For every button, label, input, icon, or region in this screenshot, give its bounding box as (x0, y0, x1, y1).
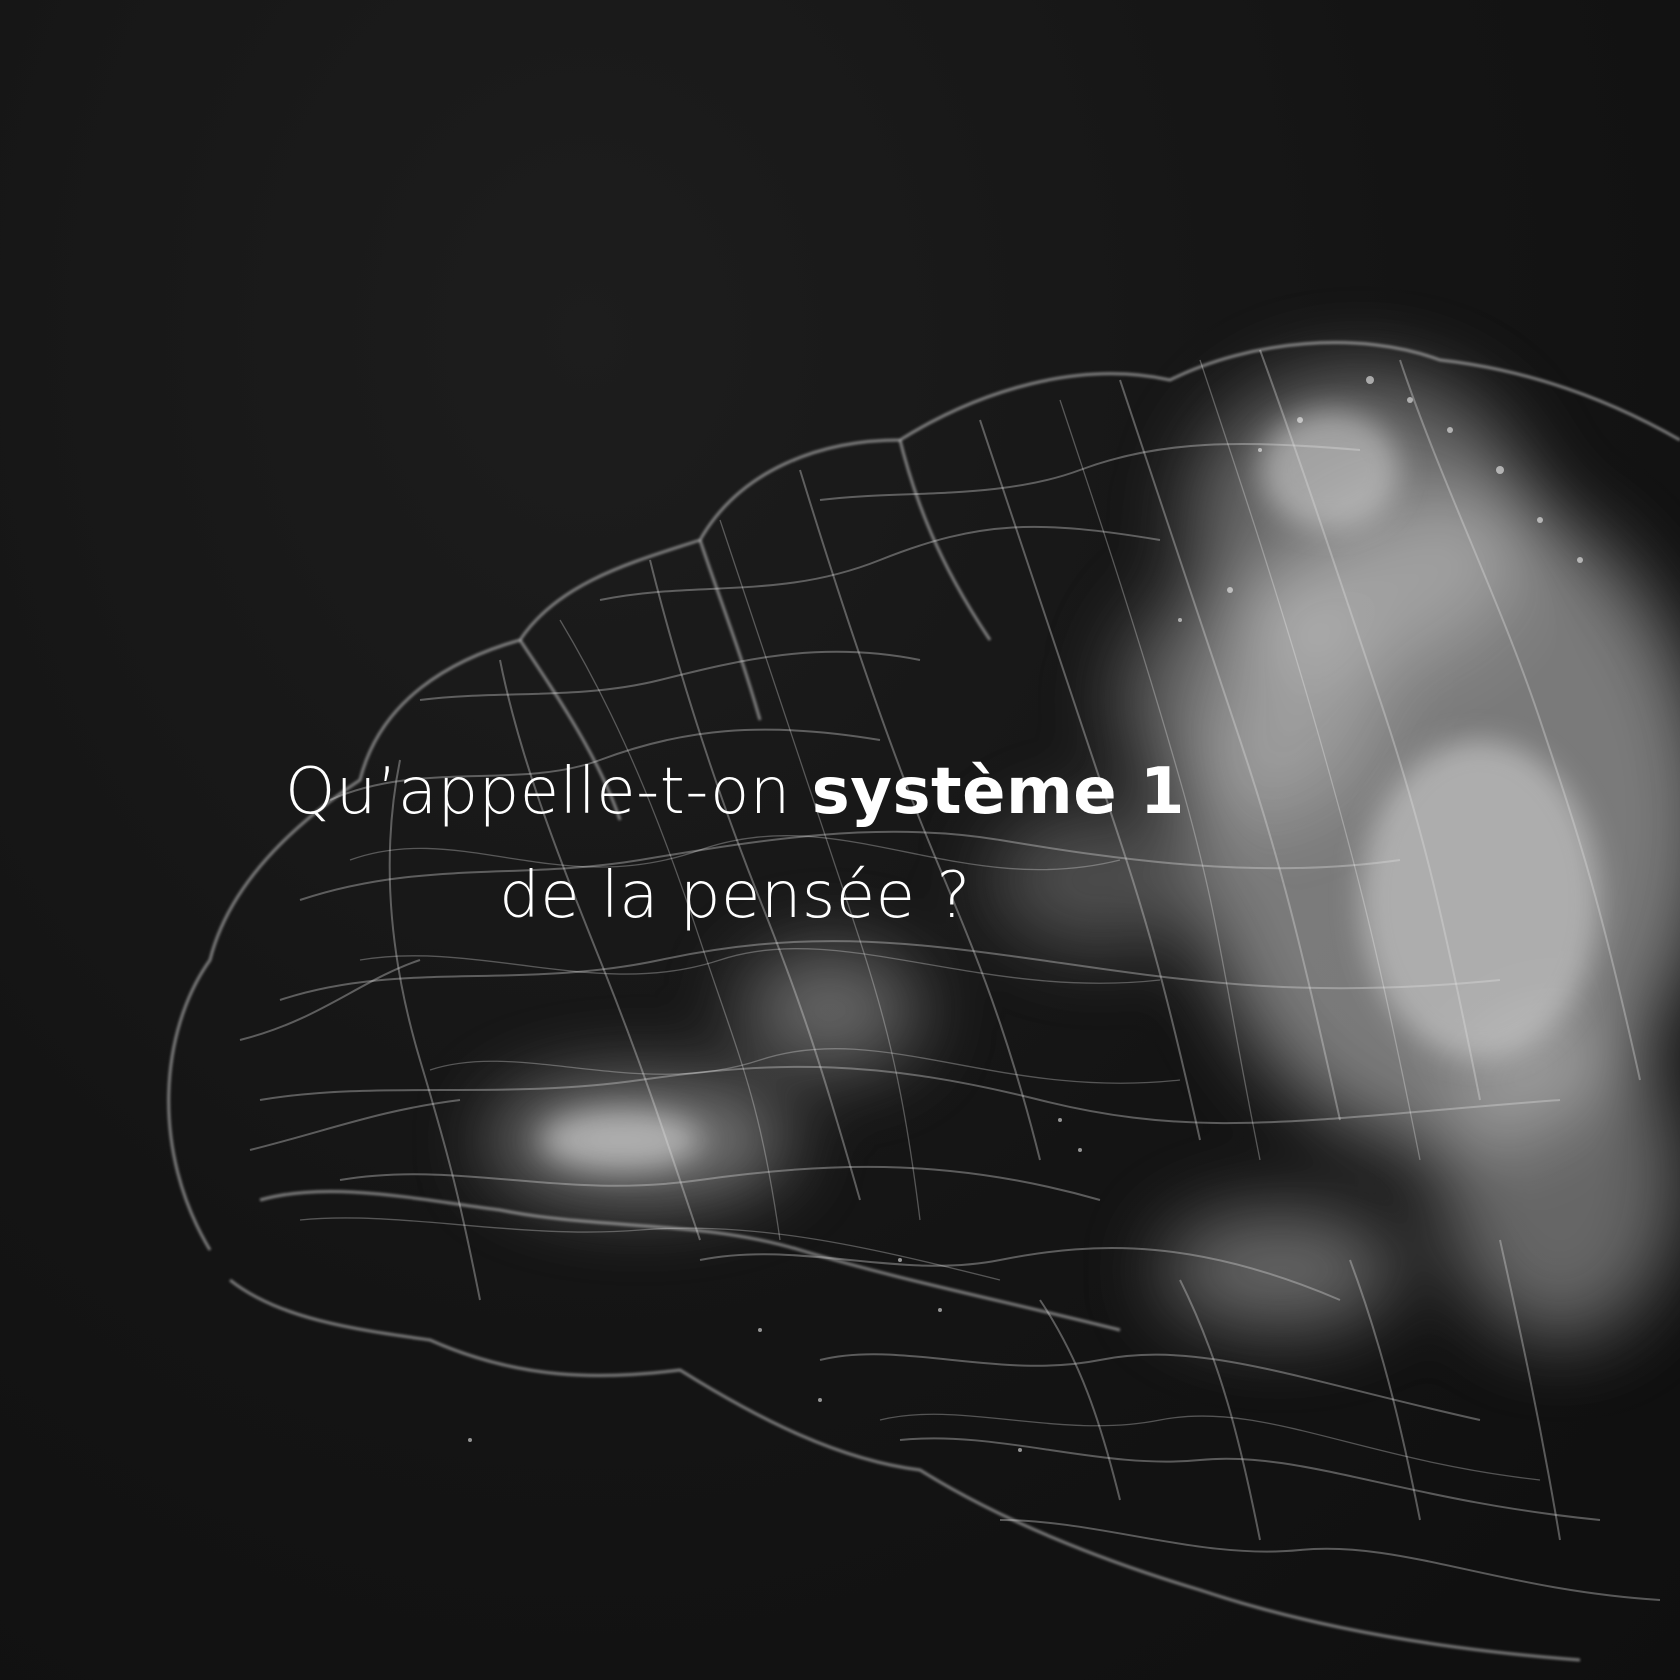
headline: Qu’appelle-t-on système 1 de la pensée ? (200, 740, 1270, 948)
image-canvas: Qu’appelle-t-on système 1 de la pensée ? (0, 0, 1680, 1680)
headline-line-2: de la pensée ? (499, 859, 971, 933)
headline-emphasis: système 1 (811, 755, 1185, 829)
headline-prefix: Qu’appelle-t-on (285, 755, 791, 829)
headline-line-1: Qu’appelle-t-on système 1 (200, 740, 1270, 844)
